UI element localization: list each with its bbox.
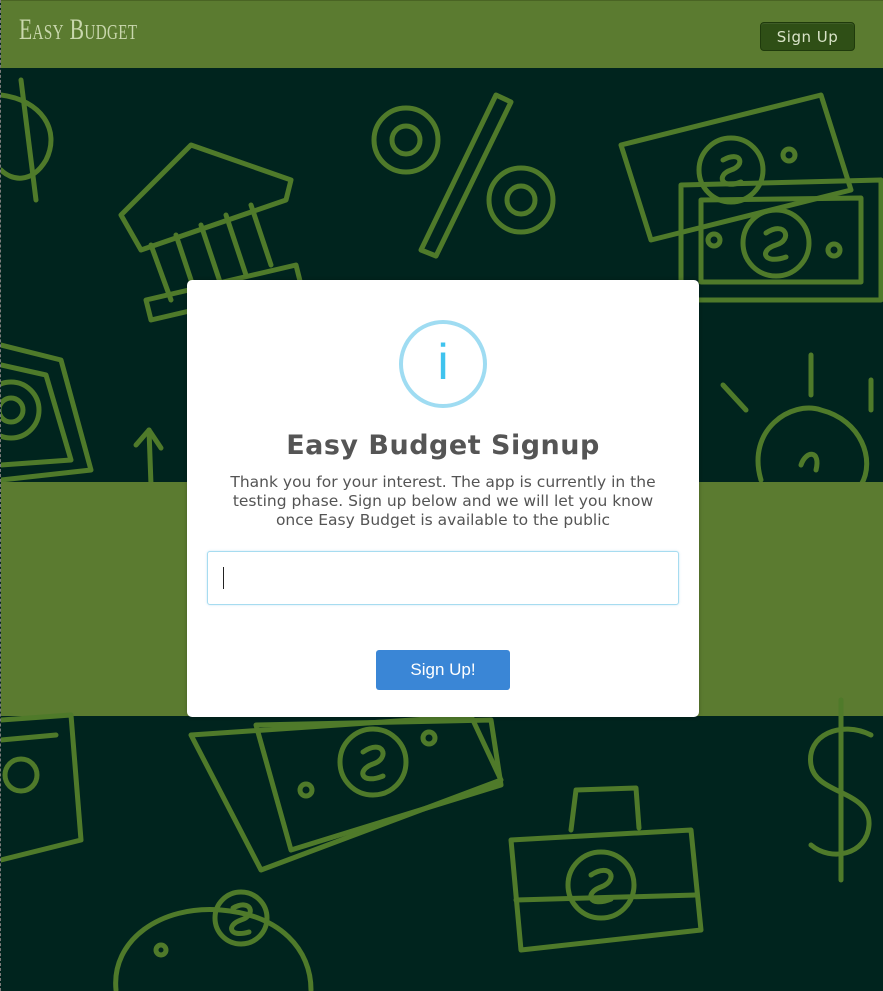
navbar: Easy Budget Sign Up [1,0,883,68]
info-icon: i [399,320,487,408]
signup-modal: i Easy Budget Signup Thank you for your … [187,280,699,717]
brand-logo[interactable]: Easy Budget [19,13,137,47]
page: Easy Budget Sign Up i Easy Budget Signup… [0,0,883,991]
info-glyph: i [437,334,449,390]
nav-signup-button[interactable]: Sign Up [760,22,855,51]
text-caret [223,567,224,589]
submit-signup-button[interactable]: Sign Up! [376,650,510,690]
modal-message: Thank you for your interest. The app is … [230,473,656,529]
modal-title: Easy Budget Signup [286,430,600,461]
email-input[interactable] [207,551,679,605]
